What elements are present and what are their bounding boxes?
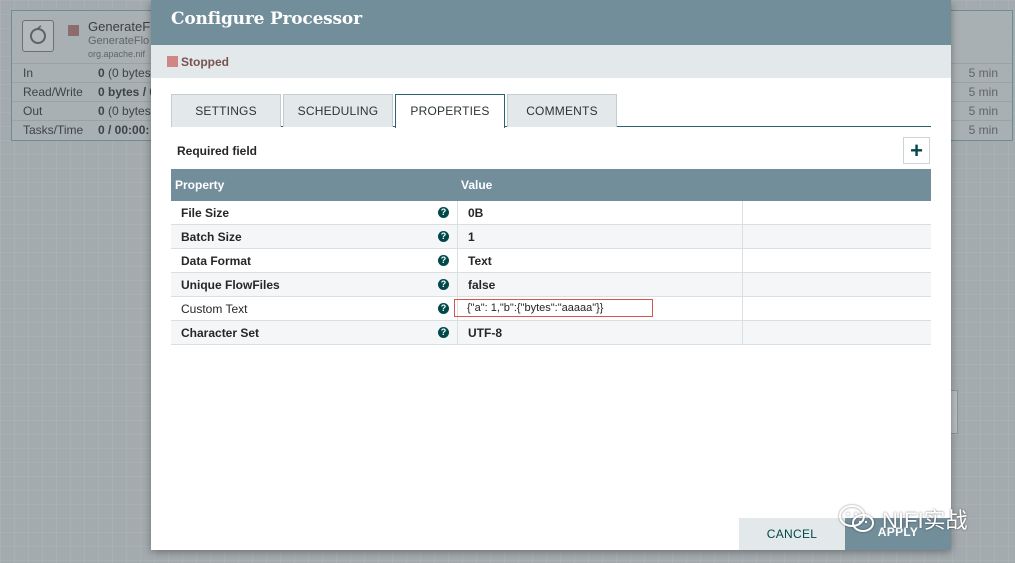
property-name: Character Set <box>181 326 260 340</box>
watermark-text: NIFI实战 <box>882 508 968 533</box>
refresh-cycle-icon <box>30 25 46 44</box>
tab-comments[interactable]: COMMENTS <box>507 94 617 127</box>
processor-status-bar: Stopped <box>151 45 951 78</box>
stat-value: 0 (0 bytes <box>98 66 151 80</box>
property-value[interactable]: UTF-8 <box>468 326 502 340</box>
processor-name: GenerateF <box>88 19 151 34</box>
help-icon[interactable]: ? <box>438 303 449 314</box>
property-name: Batch Size <box>181 230 242 244</box>
wechat-icon <box>839 505 874 532</box>
custom-text-value-highlight[interactable]: {"a": 1,"b":{"bytes":"aaaaa"}} <box>454 299 653 317</box>
properties-table: Property Value File Size ? 0B Batch Size… <box>171 169 931 345</box>
add-property-button[interactable]: + <box>903 137 930 164</box>
header-value: Value <box>461 178 493 192</box>
table-row[interactable]: Character Set ? UTF-8 <box>171 321 931 345</box>
required-field-label: Required field <box>177 144 258 158</box>
stat-period: 5 min <box>968 85 998 99</box>
property-name: Custom Text <box>181 302 248 316</box>
tab-settings[interactable]: SETTINGS <box>171 94 281 127</box>
stat-value: 0 / 00:00: <box>98 123 150 137</box>
stat-value: 0 bytes / 0 <box>98 85 157 99</box>
table-row[interactable]: Batch Size ? 1 <box>171 225 931 249</box>
table-row[interactable]: File Size ? 0B <box>171 201 931 225</box>
help-icon[interactable]: ? <box>438 279 449 290</box>
processor-icon <box>22 20 54 52</box>
stat-label: Tasks/Time <box>23 123 84 137</box>
table-row[interactable]: Custom Text ? {"a": 1,"b":{"bytes":"aaaa… <box>171 297 931 321</box>
stopped-status-icon <box>167 56 178 67</box>
processor-type: GenerateFlo <box>88 35 150 47</box>
tab-properties[interactable]: PROPERTIES <box>395 94 505 128</box>
property-value[interactable]: 1 <box>468 230 475 244</box>
tab-bar: SETTINGS SCHEDULING PROPERTIES COMMENTS <box>171 94 931 128</box>
cancel-button[interactable]: CANCEL <box>739 518 845 550</box>
stat-label: Out <box>23 104 43 118</box>
header-property: Property <box>175 178 225 192</box>
property-value[interactable]: false <box>468 278 495 292</box>
property-name: File Size <box>181 206 230 220</box>
tab-scheduling[interactable]: SCHEDULING <box>283 94 393 127</box>
stopped-status-icon <box>68 25 79 36</box>
configure-processor-dialog: Configure Processor Stopped SETTINGS SCH… <box>151 0 951 550</box>
processor-bundle: org.apache.nif <box>88 49 146 59</box>
table-header: Property Value <box>171 169 931 201</box>
property-value[interactable]: Text <box>468 254 492 268</box>
dialog-header: Configure Processor <box>151 0 951 45</box>
property-value[interactable]: {"a": 1,"b":{"bytes":"aaaaa"}} <box>467 302 603 314</box>
property-value[interactable]: 0B <box>468 206 483 220</box>
dialog-title: Configure Processor <box>171 9 362 29</box>
property-name: Unique FlowFiles <box>181 278 280 292</box>
stat-period: 5 min <box>968 104 998 118</box>
property-name: Data Format <box>181 254 252 268</box>
help-icon[interactable]: ? <box>438 255 449 266</box>
stat-value: 0 (0 bytes <box>98 104 151 118</box>
help-icon[interactable]: ? <box>438 327 449 338</box>
table-row[interactable]: Unique FlowFiles ? false <box>171 273 931 297</box>
stat-period: 5 min <box>968 66 998 80</box>
watermark: NIFI实战 <box>838 502 968 536</box>
help-icon[interactable]: ? <box>438 231 449 242</box>
table-row[interactable]: Data Format ? Text <box>171 249 931 273</box>
stat-period: 5 min <box>968 123 998 137</box>
stat-label: In <box>23 66 34 80</box>
help-icon[interactable]: ? <box>438 207 449 218</box>
status-text: Stopped <box>181 55 229 69</box>
stat-label: Read/Write <box>23 85 83 99</box>
